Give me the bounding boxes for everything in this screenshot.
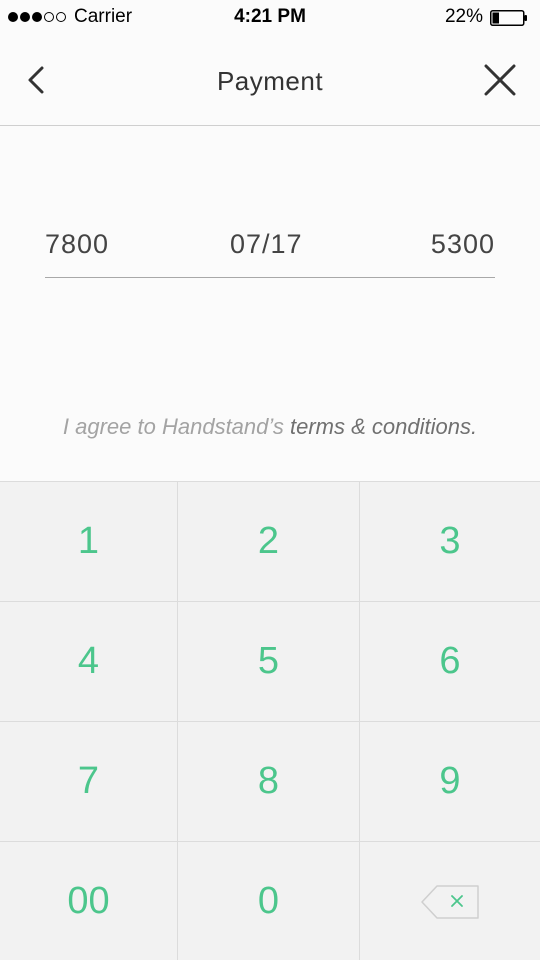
terms-text: I agree to Handstand’s terms & condition… (0, 414, 540, 440)
card-number-field[interactable]: 7800 (45, 229, 109, 260)
key-00[interactable]: 00 (0, 842, 178, 960)
navigation-bar: Payment (0, 36, 540, 126)
card-cvv-field[interactable]: 5300 (431, 229, 495, 260)
terms-link[interactable]: terms & conditions. (290, 414, 477, 439)
close-button[interactable] (482, 62, 518, 98)
key-8[interactable]: 8 (178, 722, 360, 842)
numeric-keypad: 1 2 3 4 5 6 7 8 9 00 0 (0, 481, 540, 960)
page-title: Payment (216, 66, 324, 96)
key-5[interactable]: 5 (178, 602, 360, 722)
payment-screen: Carrier 4:21 PM 22% Payment 7800 07/17 5… (0, 0, 540, 960)
key-9[interactable]: 9 (360, 722, 540, 842)
battery-icon (490, 10, 527, 26)
terms-prefix: I agree to Handstand’s (62, 414, 290, 439)
key-4[interactable]: 4 (0, 602, 178, 722)
close-icon (484, 64, 516, 96)
key-0[interactable]: 0 (178, 842, 360, 960)
backspace-icon (421, 884, 479, 919)
key-1[interactable]: 1 (0, 482, 178, 602)
delete-key[interactable] (360, 842, 540, 960)
card-expiry-field[interactable]: 07/17 (230, 229, 303, 260)
key-7[interactable]: 7 (0, 722, 178, 842)
key-3[interactable]: 3 (360, 482, 540, 602)
status-bar: Carrier 4:21 PM 22% (0, 0, 540, 36)
card-input-row: 7800 07/17 5300 (45, 225, 495, 278)
key-6[interactable]: 6 (360, 602, 540, 722)
key-2[interactable]: 2 (178, 482, 360, 602)
battery-percent: 22% (444, 6, 483, 27)
